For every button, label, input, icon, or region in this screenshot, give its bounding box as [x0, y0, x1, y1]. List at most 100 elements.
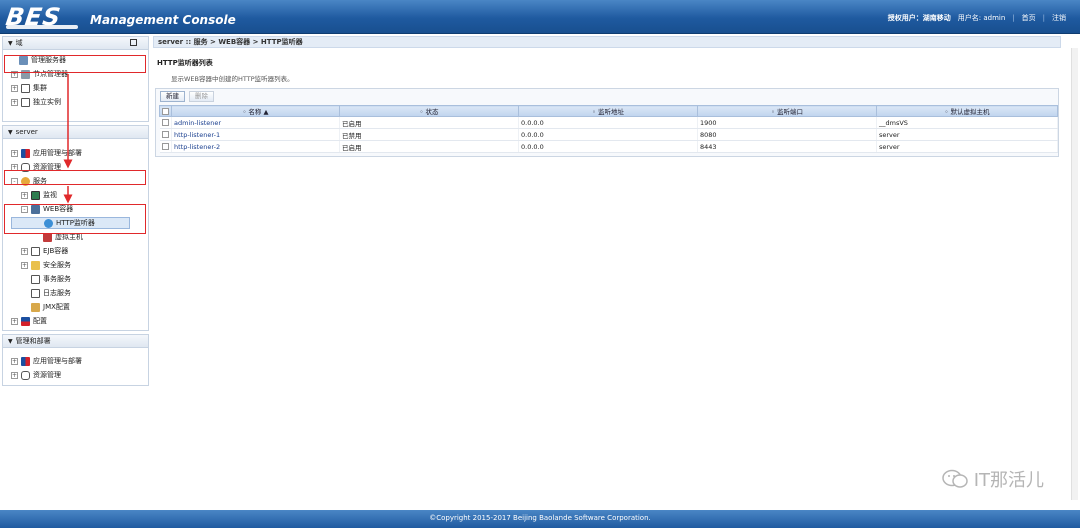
select-all-header[interactable]: [159, 105, 172, 117]
column-header-name[interactable]: ◦ 名称 ▲: [171, 105, 340, 117]
expand-icon[interactable]: +: [11, 70, 18, 78]
tree-item-config[interactable]: + 配置: [11, 314, 148, 328]
table-header-row: ◦ 名称 ▲ ◦ 状态 ◦ 监听地址 ◦ 监听端口 ◦ 默认虚拟主机: [159, 105, 1058, 117]
tree-item-web-container[interactable]: - WEB容器: [11, 202, 148, 216]
instance-icon: [21, 97, 30, 107]
expand-icon[interactable]: +: [11, 84, 18, 92]
listener-vhost: __dmsVS: [876, 116, 1058, 129]
listener-name-link[interactable]: http-listener-2: [171, 140, 340, 153]
app-icon: [21, 356, 30, 366]
listener-name-link[interactable]: http-listener-1: [171, 128, 340, 141]
expand-icon[interactable]: +: [11, 317, 18, 325]
folder-icon: [31, 260, 40, 270]
tree-item-log[interactable]: 日志服务: [11, 286, 148, 300]
breadcrumb: server :: 服务 > WEB容器 > HTTP监听器: [153, 36, 1061, 48]
tree-item-security[interactable]: + 安全服务: [11, 258, 148, 272]
expand-icon[interactable]: +: [11, 98, 18, 106]
separator: |: [1012, 14, 1015, 22]
domain-section-header[interactable]: ▼ 域: [3, 37, 148, 50]
manage-section: ▼ 管理和部署 + 应用管理与部署 + 资源管理: [2, 334, 149, 386]
wechat-icon: [941, 469, 968, 488]
column-header-port[interactable]: ◦ 监听端口: [697, 105, 877, 117]
transaction-icon: [31, 274, 40, 284]
tree-item-transaction[interactable]: 事务服务: [11, 272, 148, 286]
select-all-checkbox[interactable]: [162, 107, 169, 115]
selected-node: HTTP监听器: [11, 217, 130, 229]
listener-vhost: server: [876, 140, 1058, 153]
row-checkbox[interactable]: [161, 143, 169, 150]
tree-item-app-deploy[interactable]: + 应用管理与部署: [11, 146, 148, 160]
listener-vhost: server: [876, 128, 1058, 141]
tree-item-cluster[interactable]: + 集群: [11, 81, 148, 95]
row-checkbox[interactable]: [161, 119, 169, 126]
tree-item-node-manager[interactable]: + 节点管理器: [11, 67, 148, 81]
domain-section: ▼ 域 管理服务器 + 节点管理器 + 集群 + 独立实例: [2, 36, 149, 122]
tree-item-resource[interactable]: + 资源管理: [11, 160, 148, 174]
logo-swoosh: [6, 25, 78, 29]
watermark: IT那活儿: [941, 466, 1044, 492]
tree-item-jmx[interactable]: JMX配置: [11, 300, 148, 314]
vertical-scrollbar[interactable]: [1071, 48, 1078, 500]
expand-icon[interactable]: +: [21, 247, 28, 255]
expand-icon[interactable]: +: [11, 357, 18, 365]
expand-icon[interactable]: +: [11, 163, 18, 171]
user-info-bar: 授权用户：湖南移动 用户名: admin | 首页 | 注销: [888, 13, 1066, 23]
expand-icon[interactable]: +: [11, 371, 18, 379]
column-header-vhost[interactable]: ◦ 默认虚拟主机: [876, 105, 1058, 117]
footer: ©Copyright 2015-2017 Beijing Baolande So…: [0, 510, 1080, 528]
table-row[interactable]: http-listener-1 已禁用 0.0.0.0 8080 server: [159, 128, 1058, 141]
page-title: HTTP监听器列表: [157, 59, 213, 67]
collapse-icon[interactable]: -: [21, 205, 28, 213]
licensee-info: 授权用户：湖南移动: [887, 14, 951, 22]
tree-item-app-deploy-2[interactable]: + 应用管理与部署: [11, 354, 148, 368]
new-button[interactable]: 新建: [160, 91, 185, 102]
collapse-icon[interactable]: -: [11, 177, 18, 185]
app-title: Management Console: [90, 13, 236, 27]
listener-status: 已启用: [339, 116, 519, 129]
delete-button[interactable]: 删除: [189, 91, 214, 102]
listener-table: ◦ 名称 ▲ ◦ 状态 ◦ 监听地址 ◦ 监听端口 ◦ 默认虚拟主机 admin…: [159, 105, 1058, 153]
tree-item-services[interactable]: - 服务: [11, 174, 148, 188]
collapse-triangle-icon: ▼: [8, 338, 13, 345]
server-icon: [19, 55, 28, 65]
listener-icon: [44, 218, 53, 228]
logout-link[interactable]: 注销: [1052, 13, 1066, 23]
navigation-panel: ▼ 域 管理服务器 + 节点管理器 + 集群 + 独立实例 ▼ server + 应用管理与…: [2, 36, 149, 508]
listener-address: 0.0.0.0: [518, 140, 698, 153]
cluster-icon: [21, 83, 30, 93]
monitor-icon: [31, 190, 40, 200]
watermark-text: IT那活儿: [973, 470, 1044, 491]
top-banner: BES Management Console 授权用户：湖南移动 用户名: ad…: [0, 0, 1080, 34]
content-area: server :: 服务 > WEB容器 > HTTP监听器 HTTP监听器列表…: [153, 36, 1061, 508]
tree-item-virtual-host[interactable]: 虚拟主机: [11, 230, 148, 244]
database-icon: [21, 162, 30, 172]
node-icon: [21, 69, 30, 79]
expand-icon[interactable]: +: [11, 149, 18, 157]
tree-item-http-listener[interactable]: HTTP监听器: [11, 216, 148, 230]
jmx-icon: [31, 302, 40, 312]
row-checkbox[interactable]: [161, 131, 169, 138]
table-row[interactable]: http-listener-2 已启用 0.0.0.0 8443 server: [159, 140, 1058, 153]
column-header-status[interactable]: ◦ 状态: [339, 105, 519, 117]
tree-item-standalone[interactable]: + 独立实例: [11, 95, 148, 109]
virtual-host-icon: [43, 232, 52, 242]
config-icon: [21, 316, 30, 326]
listener-name-link[interactable]: admin-listener: [171, 116, 340, 129]
window-icon[interactable]: [130, 39, 137, 46]
grid-toolbar: 新建 删除: [156, 89, 1058, 105]
manage-section-header[interactable]: ▼ 管理和部署: [3, 335, 148, 348]
home-link[interactable]: 首页: [1022, 13, 1036, 23]
expand-icon[interactable]: +: [21, 191, 28, 199]
ejb-icon: [31, 246, 40, 256]
tree-item-admin-server[interactable]: 管理服务器: [11, 53, 148, 67]
column-header-address[interactable]: ◦ 监听地址: [518, 105, 698, 117]
listener-address: 0.0.0.0: [518, 116, 698, 129]
page-description: 显示WEB容器中创建的HTTP监听器列表。: [171, 75, 294, 83]
expand-icon[interactable]: +: [21, 261, 28, 269]
listener-port: 1900: [697, 116, 877, 129]
tree-item-monitor[interactable]: + 监视: [11, 188, 148, 202]
tree-item-resource-2[interactable]: + 资源管理: [11, 368, 148, 382]
table-row[interactable]: admin-listener 已启用 0.0.0.0 1900 __dmsVS: [159, 116, 1058, 129]
server-section-header[interactable]: ▼ server: [3, 126, 148, 139]
tree-item-ejb[interactable]: + EJB容器: [11, 244, 148, 258]
